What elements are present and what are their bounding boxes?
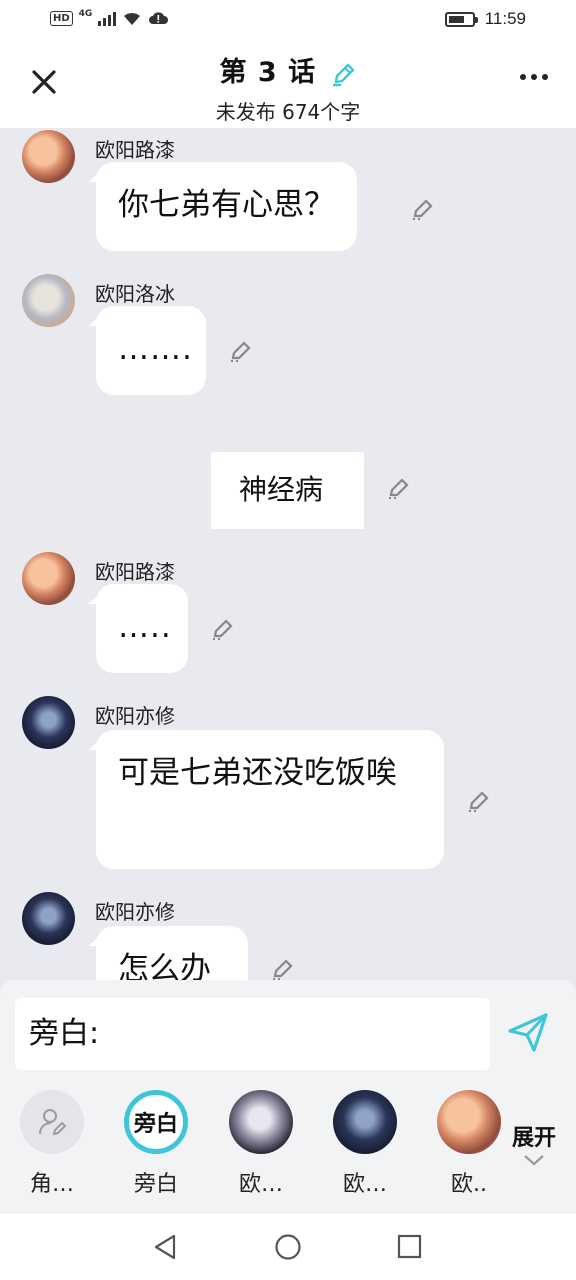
edit-icon[interactable] xyxy=(210,616,236,642)
avatar xyxy=(229,1090,293,1154)
avatar[interactable] xyxy=(22,274,75,327)
signal-icon xyxy=(98,10,117,26)
battery-icon xyxy=(444,11,478,27)
role-label: 欧… xyxy=(238,1172,283,1197)
cloud-alert-icon xyxy=(149,12,169,24)
expand-label: 展开 xyxy=(512,1126,557,1151)
role-label: 角… xyxy=(29,1172,74,1197)
edit-icon[interactable] xyxy=(228,338,254,364)
role-character[interactable]: 欧.. xyxy=(436,1090,502,1198)
chat-area[interactable]: 欧阳路漆 你七弟有心思？ 欧阳洛冰 ……. 神经病 欧阳路漆 ….. 欧阳亦修 … xyxy=(0,128,576,980)
character-name: 欧阳亦修 xyxy=(95,900,175,924)
role-label: 欧.. xyxy=(451,1172,487,1197)
status-right: 11:59 xyxy=(444,9,526,29)
character-name: 欧阳路漆 xyxy=(95,138,175,162)
edit-icon[interactable] xyxy=(270,956,296,980)
message-bubble[interactable]: ……. xyxy=(88,306,206,395)
message-bubble[interactable]: ….. xyxy=(88,584,188,673)
message-input[interactable]: 旁白: xyxy=(15,998,490,1070)
avatar[interactable] xyxy=(22,130,75,183)
chevron-down-icon xyxy=(524,1155,544,1166)
pen-icon[interactable] xyxy=(331,61,357,87)
page-title: 第 3 话 xyxy=(0,50,576,89)
send-icon[interactable] xyxy=(506,1010,550,1054)
narrator-badge: 旁白 xyxy=(133,1112,178,1137)
character-name: 欧阳洛冰 xyxy=(95,282,175,306)
header: 第 3 话 未发布 674个字 xyxy=(0,44,576,128)
character-name: 欧阳路漆 xyxy=(95,560,175,584)
wifi-icon xyxy=(124,12,141,25)
avatar[interactable] xyxy=(22,552,75,605)
add-character-icon xyxy=(20,1090,84,1154)
recents-icon[interactable] xyxy=(396,1233,424,1261)
system-nav-bar xyxy=(0,1214,576,1280)
role-narrator[interactable]: 旁白 旁白 xyxy=(123,1090,189,1198)
avatar[interactable] xyxy=(22,892,75,945)
avatar xyxy=(437,1090,501,1154)
narration-bubble[interactable]: 神经病 xyxy=(211,452,364,529)
narrator-avatar: 旁白 xyxy=(124,1090,188,1154)
hd-icon: HD xyxy=(50,10,73,26)
role-label: 旁白 xyxy=(133,1172,178,1197)
edit-icon[interactable] xyxy=(466,788,492,814)
home-icon[interactable] xyxy=(274,1233,302,1261)
role-label: 欧… xyxy=(342,1172,387,1197)
avatar[interactable] xyxy=(22,696,75,749)
more-icon[interactable] xyxy=(520,74,548,80)
avatar xyxy=(333,1090,397,1154)
back-icon[interactable] xyxy=(152,1233,180,1261)
status-bar: HD 4G 11:59 xyxy=(0,0,576,44)
edit-icon[interactable] xyxy=(410,196,436,222)
episode-subtitle: 未发布 674个字 xyxy=(215,100,361,124)
edit-icon[interactable] xyxy=(386,475,412,501)
status-time: 11:59 xyxy=(484,9,526,28)
character-name: 欧阳亦修 xyxy=(95,704,175,728)
episode-title: 第 3 话 xyxy=(219,57,317,88)
message-bubble[interactable]: 怎么办 xyxy=(88,926,248,980)
network-label: 4G xyxy=(78,9,93,19)
composer-panel: 旁白: 角… 旁白 旁白 欧… 欧… 欧.. 展开 xyxy=(0,980,576,1214)
status-left: HD 4G xyxy=(50,9,169,26)
expand-button[interactable]: 展开 xyxy=(506,1120,557,1171)
role-selector: 角… 旁白 旁白 欧… 欧… 欧.. 展开 xyxy=(0,1090,576,1200)
role-character[interactable]: 欧… xyxy=(332,1090,398,1198)
role-character[interactable]: 欧… xyxy=(228,1090,294,1198)
message-bubble[interactable]: 你七弟有心思？ xyxy=(88,162,357,251)
role-add-character[interactable]: 角… xyxy=(19,1090,85,1198)
message-bubble[interactable]: 可是七弟还没吃饭唉 xyxy=(88,730,444,869)
